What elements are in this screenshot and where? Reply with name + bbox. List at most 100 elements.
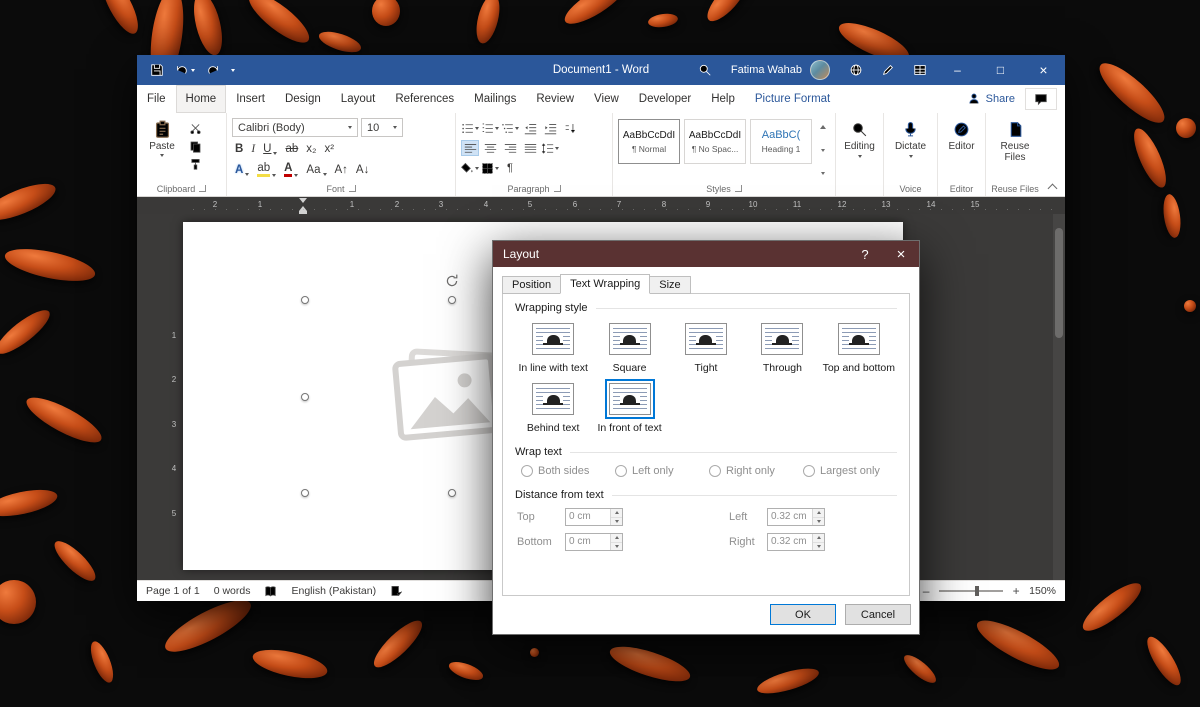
ok-button[interactable]: OK (770, 604, 836, 625)
multilevel-list-button[interactable] (501, 120, 519, 136)
vertical-ruler[interactable]: 1 2 3 4 5 (167, 214, 181, 580)
line-spacing-button[interactable] (541, 140, 559, 156)
change-case-button[interactable]: Aa (306, 164, 326, 176)
dialog-tab-text-wrapping[interactable]: Text Wrapping (560, 274, 650, 294)
superscript-button[interactable]: x² (324, 143, 334, 155)
rotate-handle-icon[interactable] (444, 273, 460, 289)
page-indicator[interactable]: Page 1 of 1 (146, 585, 200, 597)
wrap-option-in-line-with-text[interactable]: In line with text (515, 319, 591, 374)
distance-left-input[interactable]: 0.32 cm (767, 508, 825, 526)
font-color-button[interactable]: A (284, 163, 298, 177)
copy-icon[interactable] (189, 140, 202, 153)
spinner-down[interactable] (611, 543, 622, 551)
comments-button[interactable] (1025, 88, 1057, 110)
paste-button[interactable]: Paste (142, 116, 182, 181)
distance-right-input[interactable]: 0.32 cm (767, 533, 825, 551)
decrease-indent-button[interactable] (521, 120, 539, 136)
style-normal[interactable]: AaBbCcDdI ¶ Normal (618, 119, 680, 164)
borders-button[interactable] (481, 160, 499, 176)
style-no-spacing[interactable]: AaBbCcDdI ¶ No Spac... (684, 119, 746, 164)
proofing-book-icon[interactable] (264, 585, 277, 598)
show-formatting-button[interactable]: ¶ (501, 160, 519, 176)
radio-left-only[interactable]: Left only (615, 465, 709, 477)
radio-both-sides[interactable]: Both sides (521, 465, 615, 477)
tab-layout[interactable]: Layout (331, 85, 386, 113)
tab-picture-format[interactable]: Picture Format (745, 85, 840, 113)
reuse-files-button[interactable]: Reuse Files (991, 116, 1039, 181)
spinner-up[interactable] (813, 509, 824, 518)
spinner-down[interactable] (813, 543, 824, 551)
first-line-indent-marker[interactable] (299, 198, 307, 203)
tab-developer[interactable]: Developer (629, 85, 701, 113)
inking-button[interactable] (872, 55, 904, 85)
tab-insert[interactable]: Insert (226, 85, 275, 113)
align-right-button[interactable] (501, 140, 519, 156)
share-button[interactable]: Share (957, 85, 1025, 113)
zoom-in-button[interactable]: + (1011, 584, 1021, 598)
save-icon[interactable] (150, 63, 164, 77)
minimize-button[interactable]: – (936, 55, 979, 85)
sort-button[interactable] (561, 120, 579, 136)
collapse-ribbon-chevron[interactable] (1048, 184, 1058, 194)
resize-handle-top-center[interactable] (448, 296, 456, 304)
spell-check-icon[interactable] (390, 585, 403, 598)
resize-handle-top-left[interactable] (301, 296, 309, 304)
wrap-option-top-and-bottom[interactable]: Top and bottom (821, 319, 897, 374)
search-button[interactable] (689, 55, 721, 85)
account-chip[interactable]: Fatima Wahab (721, 60, 840, 80)
dialog-close-button[interactable]: × (883, 241, 919, 267)
radio-largest-only[interactable]: Largest only (803, 465, 897, 477)
maximize-button[interactable]: □ (979, 55, 1022, 85)
grow-font-button[interactable]: A↑ (335, 164, 348, 176)
format-painter-icon[interactable] (189, 158, 202, 171)
spinner-up[interactable] (611, 534, 622, 543)
tab-home[interactable]: Home (176, 85, 227, 113)
dialog-title-bar[interactable]: Layout ? × (493, 241, 919, 267)
styles-dialog-launcher[interactable] (735, 185, 742, 192)
editor-button[interactable]: Editor (943, 116, 980, 181)
zoom-out-button[interactable]: – (921, 584, 931, 598)
scrollbar-thumb[interactable] (1055, 228, 1063, 338)
styles-scroll-down[interactable] (821, 149, 825, 152)
zoom-level[interactable]: 150% (1029, 585, 1056, 597)
horizontal-ruler[interactable]: 2 1 1 2 3 4 5 6 7 8 9 10 11 12 13 14 15 (137, 197, 1065, 214)
numbering-button[interactable] (481, 120, 499, 136)
presence-button[interactable] (840, 55, 872, 85)
font-name-select[interactable]: Calibri (Body) (232, 118, 358, 137)
resize-handle-bottom-center[interactable] (448, 489, 456, 497)
undo-button[interactable] (175, 63, 195, 77)
wrap-option-through[interactable]: Through (744, 319, 820, 374)
italic-button[interactable]: I (251, 143, 255, 155)
language-indicator[interactable]: English (Pakistan) (291, 585, 376, 597)
resize-handle-middle-left[interactable] (301, 393, 309, 401)
radio-right-only[interactable]: Right only (709, 465, 803, 477)
text-effects-button[interactable]: A (235, 164, 249, 176)
editing-button[interactable]: Editing (841, 116, 878, 181)
font-dialog-launcher[interactable] (349, 185, 356, 192)
increase-indent-button[interactable] (541, 120, 559, 136)
word-count[interactable]: 0 words (214, 585, 251, 597)
distance-top-input[interactable]: 0 cm (565, 508, 623, 526)
styles-scroll[interactable] (816, 119, 830, 181)
cancel-button[interactable]: Cancel (845, 604, 911, 625)
shrink-font-button[interactable]: A↓ (356, 164, 369, 176)
vertical-scrollbar[interactable] (1053, 214, 1065, 580)
strikethrough-button[interactable]: ab (285, 143, 298, 155)
dialog-tab-position[interactable]: Position (502, 276, 561, 294)
paragraph-dialog-launcher[interactable] (554, 185, 561, 192)
spinner-up[interactable] (611, 509, 622, 518)
resize-handle-bottom-left[interactable] (301, 489, 309, 497)
bullets-button[interactable] (461, 120, 479, 136)
shading-button[interactable] (461, 160, 479, 176)
tab-mailings[interactable]: Mailings (464, 85, 526, 113)
distance-bottom-input[interactable]: 0 cm (565, 533, 623, 551)
dialog-tab-size[interactable]: Size (649, 276, 690, 294)
underline-button[interactable]: U (263, 143, 277, 155)
zoom-slider-thumb[interactable] (975, 586, 979, 596)
wrap-option-in-front-of-text[interactable]: In front of text (591, 379, 667, 434)
highlight-button[interactable]: ab (257, 163, 276, 177)
spinner-down[interactable] (813, 518, 824, 526)
close-button[interactable]: × (1022, 55, 1065, 85)
tab-references[interactable]: References (385, 85, 464, 113)
wrap-option-square[interactable]: Square (591, 319, 667, 374)
